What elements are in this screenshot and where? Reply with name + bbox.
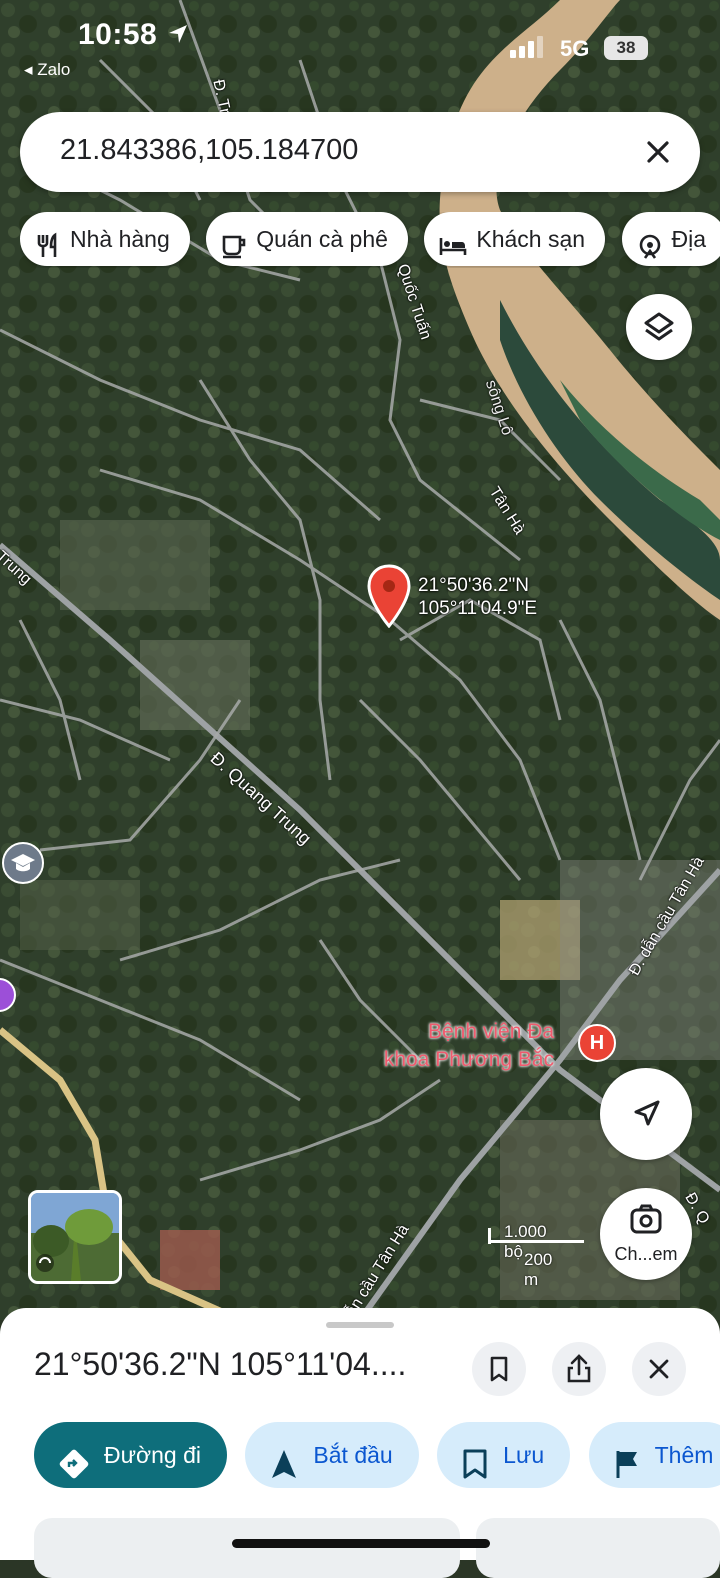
action-buttons: Đường đi Bắt đầu Lưu Thêm	[34, 1422, 720, 1492]
save-button[interactable]: Lưu	[437, 1422, 571, 1488]
search-bar[interactable]: 21.843386,105.184700	[20, 112, 700, 192]
flag-icon	[616, 1450, 637, 1478]
hospital-name-line1: Bệnh viện Đa	[428, 1020, 555, 1043]
navigation-arrow-icon	[272, 1449, 297, 1478]
place-bottom-sheet[interactable]: 21°50'36.2"N 105°11'04.... Đường đi Bắt …	[0, 1308, 720, 1578]
info-card[interactable]	[34, 1518, 460, 1578]
bed-icon	[440, 237, 467, 255]
save-label: Lưu	[503, 1442, 545, 1468]
hospital-label[interactable]: Bệnh viện Đa khoa Phương Bắc	[382, 1018, 554, 1074]
chip-label: Nhà hàng	[70, 226, 170, 252]
chip-label: Quán cà phê	[256, 226, 388, 252]
battery-icon: 38	[604, 36, 648, 60]
camera-lens-icon	[630, 1204, 662, 1234]
scale-metric: 200 m	[524, 1250, 553, 1289]
attraction-icon	[639, 234, 660, 259]
navigation-arrow-icon	[634, 1100, 660, 1126]
hospital-icon[interactable]: H	[578, 1024, 616, 1062]
share-icon	[567, 1354, 591, 1383]
satellite-map[interactable]: Đ. Trần Quốc Tuấn sông Lô Tân Hà Trung Đ…	[0, 0, 720, 1320]
directions-button[interactable]: Đường đi	[34, 1422, 227, 1488]
share-button[interactable]	[552, 1342, 606, 1396]
network-type: 5G	[560, 36, 590, 61]
clock: 10:58	[78, 18, 158, 51]
street-view-image	[31, 1193, 119, 1281]
save-bookmark-button[interactable]	[472, 1342, 526, 1396]
chip-attractions[interactable]: Địa	[621, 212, 720, 266]
directions-icon	[59, 1449, 89, 1478]
search-input[interactable]: 21.843386,105.184700	[60, 134, 358, 167]
add-label-label: Thêm	[654, 1442, 714, 1468]
drag-handle[interactable]	[326, 1322, 394, 1328]
pin-latitude: 21°50'36.2"N	[418, 575, 529, 596]
place-title: 21°50'36.2"N 105°11'04....	[34, 1346, 407, 1382]
layers-icon	[644, 312, 674, 341]
chip-label: Khách sạn	[476, 226, 586, 252]
signal-icon	[510, 36, 543, 58]
start-label: Bắt đầu	[313, 1442, 393, 1468]
pin-coordinates-label: 21°50'36.2"N 105°11'04.9"E	[418, 574, 537, 620]
lens-label: Ch...em	[614, 1244, 678, 1264]
chip-cafes[interactable]: Quán cà phê	[206, 212, 408, 266]
close-icon[interactable]	[642, 136, 674, 168]
close-icon	[649, 1359, 669, 1379]
lens-button[interactable]: Ch...em	[600, 1188, 692, 1280]
bookmark-icon	[463, 1449, 487, 1478]
status-bar: 10:58 ◂ Zalo 5G 38	[0, 0, 720, 90]
bookmark-icon	[490, 1356, 508, 1382]
category-chips: Nhà hàng Quán cà phê Khách sạn Địa	[20, 212, 720, 268]
add-label-button[interactable]: Thêm	[588, 1422, 720, 1488]
street-view-thumbnail[interactable]	[28, 1190, 122, 1284]
pin-longitude: 105°11'04.9"E	[418, 598, 538, 619]
home-indicator[interactable]	[232, 1539, 490, 1548]
chip-label: Địa	[671, 226, 707, 252]
location-pin-icon[interactable]	[366, 564, 412, 633]
fork-knife-icon	[37, 232, 57, 257]
location-arrow-icon	[169, 25, 187, 43]
chip-hotels[interactable]: Khách sạn	[424, 212, 606, 266]
start-button[interactable]: Bắt đầu	[245, 1422, 419, 1488]
coffee-cup-icon	[222, 235, 246, 258]
back-to-app-link[interactable]: ◂ Zalo	[24, 60, 70, 80]
school-icon[interactable]	[2, 842, 44, 884]
directions-label: Đường đi	[104, 1442, 201, 1468]
layers-button[interactable]	[626, 294, 692, 360]
hospital-name-line2: khoa Phương Bắc	[383, 1048, 555, 1071]
my-location-button[interactable]	[600, 1068, 692, 1160]
info-card[interactable]	[476, 1518, 720, 1578]
chip-restaurants[interactable]: Nhà hàng	[20, 212, 190, 266]
close-sheet-button[interactable]	[632, 1342, 686, 1396]
